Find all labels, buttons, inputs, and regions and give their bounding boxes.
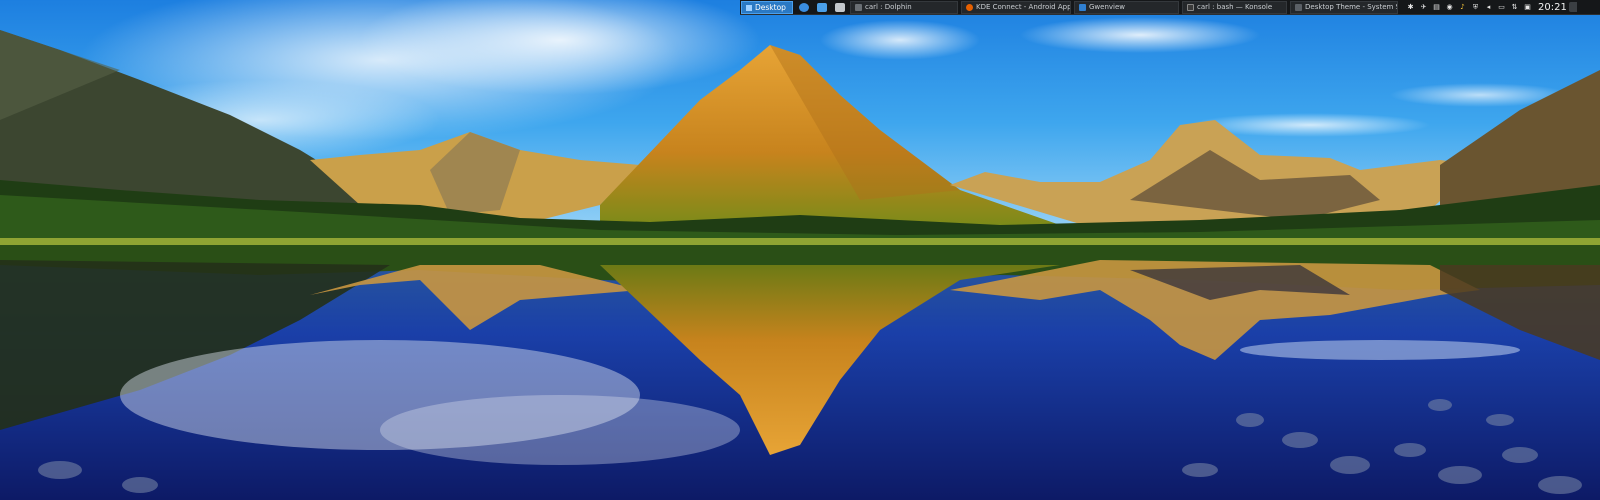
system-tray: ✱ ✈ ▤ ◉ ♪ ⛨ ◂ ▭ ⇅ ▣: [1404, 3, 1534, 12]
show-desktop-icon: [817, 2, 827, 12]
clock[interactable]: 20:21: [1538, 2, 1567, 13]
task-system-settings[interactable]: Desktop Theme - System Settings: [1290, 0, 1398, 14]
klipper-icon[interactable]: ◉: [1445, 3, 1454, 12]
kde-menu-launcher[interactable]: [797, 1, 811, 14]
battery-icon[interactable]: ▭: [1497, 3, 1506, 12]
folder-launcher[interactable]: [833, 1, 847, 14]
dolphin-icon: [855, 3, 862, 11]
kdeconnect-icon[interactable]: ✱: [1406, 3, 1415, 12]
network-icon[interactable]: ✈: [1419, 3, 1428, 12]
pager-label: Desktop: [755, 2, 786, 12]
updates-icon[interactable]: ⛨: [1471, 3, 1480, 12]
kde-panel: Desktop carl : Dolphin KDE Connect - And…: [740, 0, 1600, 15]
panel-toolbox[interactable]: [1568, 2, 1577, 12]
kde-menu-icon: [799, 2, 809, 12]
task-label: carl : bash — Konsole: [1197, 3, 1273, 11]
task-gwenview[interactable]: Gwenview: [1074, 0, 1179, 14]
desktop-wallpaper: [0, 0, 1600, 500]
task-dolphin[interactable]: carl : Dolphin: [850, 0, 958, 14]
firefox-icon: [966, 3, 973, 11]
desktop-icon: [746, 4, 752, 11]
konsole-icon: [1187, 3, 1194, 11]
desktop-pager[interactable]: Desktop: [741, 0, 793, 14]
task-konsole[interactable]: carl : bash — Konsole: [1182, 0, 1287, 14]
settings-icon: [1295, 3, 1302, 11]
task-label: KDE Connect - Android Apps on Google Pla…: [976, 3, 1070, 11]
transfer-icon[interactable]: ⇅: [1510, 3, 1519, 12]
show-desktop-launcher[interactable]: [815, 1, 829, 14]
notifications-icon[interactable]: ▣: [1523, 3, 1532, 12]
music-icon[interactable]: ♪: [1458, 3, 1467, 12]
task-label: Desktop Theme - System Settings: [1305, 3, 1397, 11]
printer-icon[interactable]: ▤: [1432, 3, 1441, 12]
folder-icon: [835, 2, 845, 12]
task-label: Gwenview: [1089, 3, 1126, 11]
task-label: carl : Dolphin: [865, 3, 912, 11]
volume-icon[interactable]: ◂: [1484, 3, 1493, 12]
gwenview-icon: [1079, 3, 1086, 11]
task-firefox[interactable]: KDE Connect - Android Apps on Google Pla…: [961, 0, 1071, 14]
